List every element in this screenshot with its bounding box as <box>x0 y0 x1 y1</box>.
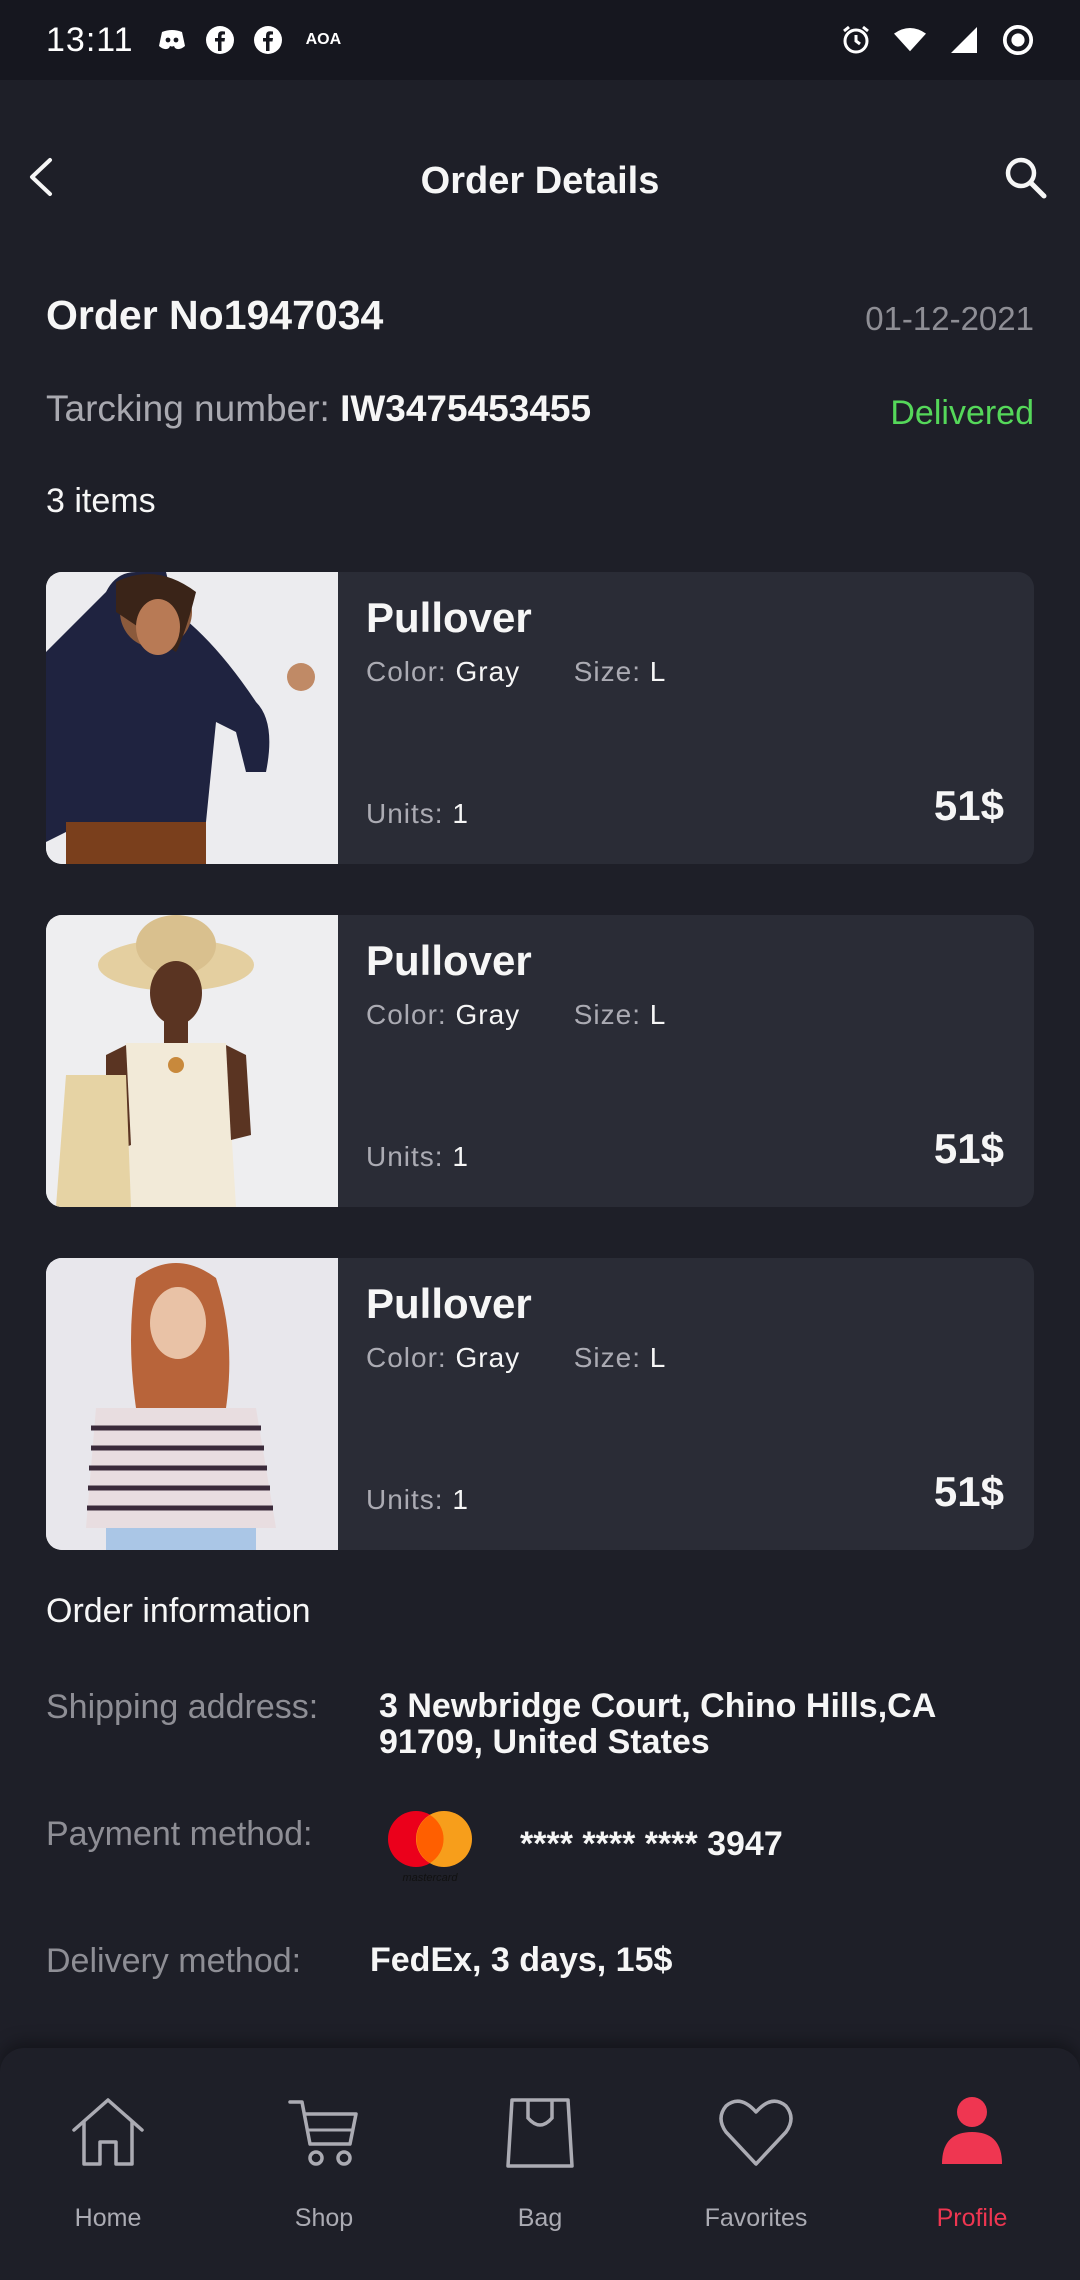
alarm-icon <box>840 24 872 56</box>
payment-method-row: Payment method: mastercard **** **** ***… <box>46 1811 1034 1895</box>
size-label: Size: <box>573 1342 641 1373</box>
mastercard-logo: mastercard <box>382 1809 478 1885</box>
nav-shop[interactable]: Shop <box>216 2048 432 2280</box>
units-label: Units: <box>366 798 444 829</box>
product-image <box>46 572 338 864</box>
nav-bag[interactable]: Bag <box>432 2048 648 2280</box>
units-value: 1 <box>452 1484 469 1515</box>
nav-profile-label: Profile <box>936 2204 1008 2232</box>
nav-home[interactable]: Home <box>0 2048 216 2280</box>
card-number: **** **** **** 3947 <box>520 1825 783 1863</box>
order-item-card[interactable]: Pullover Color: Gray Size: L Units: 1 51… <box>46 1258 1034 1550</box>
profile-icon <box>942 2097 1002 2164</box>
order-number: Order No1947034 <box>46 292 384 338</box>
heart-icon <box>719 2099 793 2166</box>
shipping-line-1: 3 Newbridge Court, Chino Hills,CA <box>379 1687 937 1725</box>
facebook-icon <box>252 24 284 56</box>
nav-shop-label: Shop <box>294 2204 354 2232</box>
item-price: 51$ <box>933 1468 1004 1515</box>
shipping-label: Shipping address: <box>46 1688 319 1726</box>
top-app-bar: Order Details <box>0 80 1080 280</box>
wifi-icon <box>894 24 926 56</box>
svg-text:mastercard: mastercard <box>402 1872 458 1884</box>
search-button[interactable] <box>1000 152 1050 202</box>
item-color: Gray <box>455 656 521 687</box>
signal-icon <box>948 24 980 56</box>
units-value: 1 <box>452 798 469 829</box>
bag-icon <box>506 2098 574 2168</box>
nav-favorites[interactable]: Favorites <box>648 2048 864 2280</box>
item-title: Pullover <box>366 937 532 984</box>
delivery-value: FedEx, 3 days, 15$ <box>370 1941 673 1979</box>
item-size: L <box>649 1342 667 1373</box>
item-size: L <box>649 999 667 1030</box>
product-image <box>46 1258 338 1550</box>
shipping-line-2: 91709, United States <box>379 1723 710 1761</box>
units-label: Units: <box>366 1484 444 1515</box>
item-attributes: Color: Gray Size: L <box>366 1342 666 1374</box>
item-units: Units: 1 <box>366 1484 469 1516</box>
search-icon <box>1005 157 1047 199</box>
delivery-method-row: Delivery method: FedEx, 3 days, 15$ <box>46 1942 1034 1992</box>
carrier-text: AOA <box>305 31 342 48</box>
nav-bag-label: Bag <box>517 2204 563 2232</box>
facebook-icon <box>204 24 236 56</box>
shipping-address: 3 Newbridge Court, Chino Hills,CA 91709,… <box>379 1688 936 1760</box>
item-units: Units: 1 <box>366 1141 469 1173</box>
color-label: Color: <box>366 999 447 1030</box>
units-value: 1 <box>452 1141 469 1172</box>
home-icon <box>72 2098 144 2166</box>
bottom-navigation: Home Shop Bag Favorites Profile <box>0 2048 1080 2280</box>
status-time: 13:11 <box>46 20 134 59</box>
payment-label: Payment method: <box>46 1815 313 1853</box>
size-label: Size: <box>573 999 641 1030</box>
system-icons <box>840 24 1034 56</box>
tracking-label: Tarcking number: <box>46 388 330 429</box>
cart-icon <box>288 2100 358 2166</box>
notification-icons: AOA <box>156 24 342 56</box>
tracking-info: Tarcking number: IW3475453455 <box>46 388 591 430</box>
order-item-card[interactable]: Pullover Color: Gray Size: L Units: 1 51… <box>46 572 1034 864</box>
order-item-card[interactable]: Pullover Color: Gray Size: L Units: 1 51… <box>46 915 1034 1207</box>
item-units: Units: 1 <box>366 798 469 830</box>
product-image <box>46 915 338 1207</box>
units-label: Units: <box>366 1141 444 1172</box>
item-title: Pullover <box>366 1280 532 1327</box>
item-size: L <box>649 656 667 687</box>
order-information-title: Order information <box>46 1592 311 1630</box>
item-color: Gray <box>455 1342 521 1373</box>
size-label: Size: <box>573 656 641 687</box>
color-label: Color: <box>366 1342 447 1373</box>
item-price: 51$ <box>933 1125 1004 1172</box>
shipping-address-row: Shipping address: 3 Newbridge Court, Chi… <box>46 1688 1034 1768</box>
order-date: 01-12-2021 <box>865 300 1034 337</box>
delivery-label: Delivery method: <box>46 1942 302 1980</box>
nav-profile[interactable]: Profile <box>864 2048 1080 2280</box>
order-header: Order No1947034 01-12-2021 <box>46 292 1034 352</box>
items-count: 3 items <box>46 482 156 520</box>
record-icon <box>1002 24 1034 56</box>
item-attributes: Color: Gray Size: L <box>366 656 666 688</box>
page-title: Order Details <box>420 160 660 202</box>
item-color: Gray <box>455 999 521 1030</box>
item-title: Pullover <box>366 594 532 641</box>
status-bar: 13:11 AOA <box>0 0 1080 80</box>
order-details-content[interactable]: Order No1947034 01-12-2021 Tarcking numb… <box>0 280 1080 2048</box>
item-attributes: Color: Gray Size: L <box>366 999 666 1031</box>
order-status: Delivered <box>890 394 1034 432</box>
tracking-number: IW3475453455 <box>340 388 592 429</box>
nav-home-label: Home <box>74 2204 142 2232</box>
color-label: Color: <box>366 656 447 687</box>
item-price: 51$ <box>933 782 1004 829</box>
nav-favorites-label: Favorites <box>704 2204 808 2232</box>
discord-icon <box>156 24 188 56</box>
